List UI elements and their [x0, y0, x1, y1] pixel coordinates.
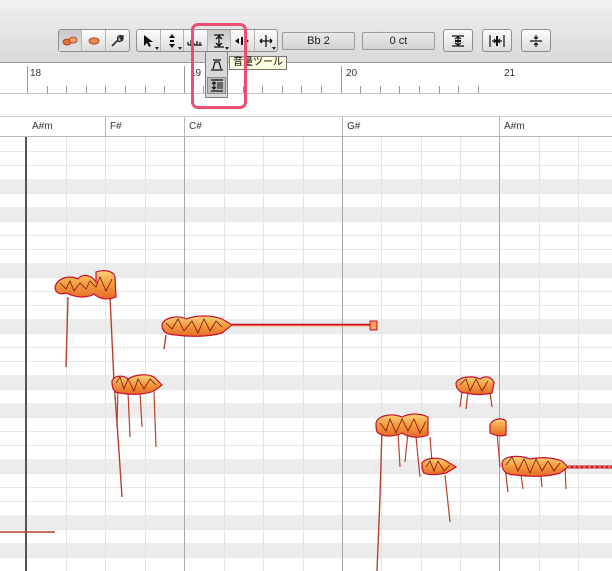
- note-blob[interactable]: [421, 457, 458, 476]
- ruler-beat-tick: [262, 86, 263, 93]
- track-info-strip: [0, 94, 612, 117]
- note-blob[interactable]: [455, 376, 495, 396]
- ruler-bar-tick: [341, 66, 342, 93]
- ruler-beat-tick: [439, 86, 440, 93]
- pitch-line: [116, 386, 157, 448]
- move-tool-button[interactable]: [255, 30, 278, 51]
- ruler-beat-tick: [47, 86, 48, 93]
- pitch-tool-icon: [168, 33, 175, 48]
- note-editor-grid[interactable]: [0, 137, 612, 571]
- chord-label: G#: [347, 121, 361, 132]
- note-blob[interactable]: [501, 455, 569, 477]
- pitch-tool-button[interactable]: [161, 30, 184, 51]
- ruler-beat-tick: [380, 86, 381, 93]
- ruler-beat-tick: [164, 86, 165, 93]
- center-icon: [530, 34, 542, 47]
- ruler-beat-tick: [321, 86, 322, 93]
- pitch-quantize-button[interactable]: [443, 29, 473, 52]
- chord-divider: [105, 117, 106, 136]
- chord-label: F#: [110, 121, 122, 132]
- ruler-beat-tick: [360, 86, 361, 93]
- pitch-quantize-icon: [452, 34, 464, 47]
- highlight-frame: [191, 23, 247, 109]
- time-quantize-button[interactable]: [482, 29, 512, 52]
- pitch-line: [163, 334, 167, 350]
- dropdown-indicator: [272, 47, 276, 50]
- ruler-bar-tick: [184, 66, 185, 93]
- pitch-line: [444, 474, 451, 523]
- pitch-line: [376, 428, 383, 571]
- wrench-icon: [111, 34, 125, 47]
- ruler-beat-tick: [125, 86, 126, 93]
- center-button[interactable]: [521, 29, 551, 52]
- note-blob-icon: [62, 36, 78, 45]
- key-value-field[interactable]: Bb 2: [282, 32, 355, 50]
- ruler-bar-tick: [27, 66, 28, 93]
- time-quantize-icon: [489, 34, 505, 47]
- tool-group-left: [58, 29, 130, 52]
- ruler-beat-tick: [282, 86, 283, 93]
- note-blob-tool-button[interactable]: [59, 30, 83, 51]
- dropdown-indicator: [154, 47, 159, 50]
- chord-divider: [184, 117, 185, 136]
- ruler-beat-tick: [105, 86, 106, 93]
- pitch-line: [109, 296, 123, 498]
- ruler-beat-tick: [419, 86, 420, 93]
- ruler-beat-tick: [301, 86, 302, 93]
- ruler-beat-tick: [145, 86, 146, 93]
- ruler-beat-tick: [66, 86, 67, 93]
- ruler-beat-tick: [399, 86, 400, 93]
- note-end: [369, 320, 378, 331]
- chord-label: A#m: [504, 121, 525, 132]
- bar-number: 21: [504, 68, 516, 79]
- main-tool-button[interactable]: [137, 30, 161, 51]
- blob-tool-button[interactable]: [82, 30, 106, 51]
- note-blob[interactable]: [489, 418, 507, 437]
- pitch-line: [65, 296, 69, 368]
- dropdown-indicator: [178, 47, 182, 50]
- chord-label: C#: [189, 121, 202, 132]
- cent-value-field[interactable]: 0 ct: [362, 32, 435, 50]
- chord-label: A#m: [32, 121, 53, 132]
- notes-layer: [0, 270, 612, 571]
- timeline-ruler[interactable]: [0, 63, 612, 94]
- bar-number: 20: [346, 68, 358, 79]
- ruler-beat-tick: [478, 86, 479, 93]
- bar-number: 18: [30, 68, 42, 79]
- note-blob[interactable]: [54, 270, 117, 300]
- chord-divider: [342, 117, 343, 136]
- chord-divider: [499, 117, 500, 136]
- ruler-beat-tick: [86, 86, 87, 93]
- edit-tool-button[interactable]: [106, 30, 129, 51]
- note-blob[interactable]: [375, 413, 429, 438]
- arrow-pointer-icon: [144, 34, 154, 47]
- ruler-beat-tick: [458, 86, 459, 93]
- move-tool-icon: [259, 34, 273, 47]
- blob-icon: [88, 36, 99, 45]
